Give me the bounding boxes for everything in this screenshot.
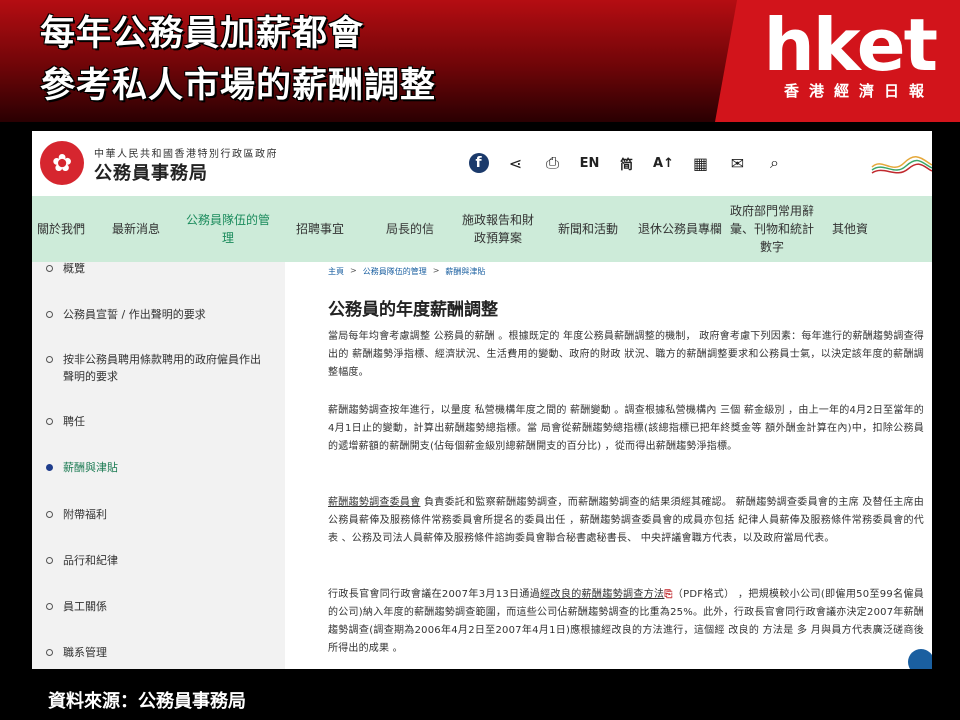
bullet-icon	[46, 511, 53, 518]
website-screenshot: ✿ 中華人民共和國香港特別行政區政府 公務員事務局 f ⋖ ⎙ EN 简 A↑ …	[32, 131, 932, 669]
pdf-format-label: （PDF格式）	[672, 589, 735, 600]
bullet-icon	[46, 311, 53, 318]
page-title: 公務員的年度薪酬調整	[328, 300, 498, 320]
facebook-icon[interactable]: f	[460, 149, 497, 177]
paragraph-improved-methodology: 行政長官會同行政會議在2007年3月13日通過經改良的薪酬趨勢調查方法⎘（PDF…	[328, 589, 925, 654]
bullet-icon	[46, 356, 53, 363]
nav-item-recruitment[interactable]: 招聘事宜	[274, 196, 366, 262]
banner-title-line2: 參考私人市場的薪酬調整	[40, 66, 437, 106]
chat-button[interactable]	[908, 649, 932, 669]
banner-title-line1: 每年公務員加薪都會	[40, 14, 365, 54]
bullet-icon	[46, 464, 53, 471]
nav-item-civil-service-management[interactable]: 公務員隊伍的管理	[182, 196, 274, 262]
sidebar-item-conduct-discipline[interactable]: 品行和紀律	[46, 552, 271, 569]
hksar-emblem-icon: ✿	[40, 141, 84, 185]
sidebar-item-grade-management[interactable]: 職系管理	[46, 644, 271, 661]
language-en-button[interactable]: EN	[571, 149, 608, 177]
sidebar: 概覽 公務員宣誓 / 作出聲明的要求 按非公務員聘用條款聘用的政府僱員作出聲明的…	[32, 262, 285, 669]
mail-icon[interactable]: ✉	[719, 149, 756, 177]
print-icon[interactable]: ⎙	[534, 149, 571, 177]
sidebar-item-staff-relations[interactable]: 員工關係	[46, 598, 271, 615]
nav-item-secretary-letter[interactable]: 局長的信	[366, 196, 454, 262]
paragraph-pay-trend-survey: 薪酬趨勢調查按年進行，以量度 私營機構年度之間的 薪酬變動 。調查根據私營機構內…	[328, 405, 924, 452]
department-name[interactable]: 公務員事務局	[94, 159, 208, 185]
bullet-icon	[46, 557, 53, 564]
improved-methodology-link[interactable]: 經改良的薪酬趨勢調查方法	[540, 589, 664, 600]
header-toolbar: f ⋖ ⎙ EN 简 A↑ ▦ ✉ ⌕	[460, 149, 793, 177]
share-icon[interactable]: ⋖	[497, 149, 534, 177]
nav-item-others[interactable]: 其他資	[818, 196, 932, 262]
breadcrumb: 主頁 > 公務員隊伍的管理 > 薪酬與津貼	[328, 266, 485, 277]
page-body: 概覽 公務員宣誓 / 作出聲明的要求 按非公務員聘用條款聘用的政府僱員作出聲明的…	[32, 262, 932, 669]
nav-item-about[interactable]: 關於我們	[32, 196, 90, 262]
font-size-icon[interactable]: A↑	[645, 149, 682, 177]
nav-item-retired-column[interactable]: 退休公務員專欄	[634, 196, 726, 262]
nav-item-news[interactable]: 最新消息	[90, 196, 182, 262]
banner-title: 每年公務員加薪都會 參考私人市場的薪酬調整	[40, 8, 436, 112]
qr-code-icon[interactable]: ▦	[682, 149, 719, 177]
nav-item-press-events[interactable]: 新聞和活動	[542, 196, 634, 262]
main-navigation: 關於我們 最新消息 公務員隊伍的管理 招聘事宜 局長的信 施政報告和財政預算案 …	[32, 196, 932, 262]
sidebar-item-fringe-benefits[interactable]: 附帶福利	[46, 506, 271, 523]
nav-item-policy-address[interactable]: 施政報告和財政預算案	[454, 196, 542, 262]
survey-committee-link[interactable]: 薪酬趨勢調查委員會	[328, 497, 420, 508]
sidebar-item-oath[interactable]: 公務員宣誓 / 作出聲明的要求	[46, 306, 271, 323]
hket-logo-text: hket	[763, 3, 938, 87]
brand-wave-icon	[871, 156, 932, 174]
paragraph-survey-committee: 薪酬趨勢調查委員會 負責委託和監察薪酬趨勢調查，而薪酬趨勢調查的結果須經其確認。…	[328, 497, 924, 544]
sidebar-item-pay-allowances[interactable]: 薪酬與津貼	[46, 459, 271, 476]
breadcrumb-separator: >	[432, 266, 440, 275]
paragraph-adjustment-factors: 當局每年均會考慮調整 公務員的薪酬 。根據既定的 年度公務員薪酬調整的機制， 政…	[328, 331, 924, 378]
language-simplified-button[interactable]: 简	[608, 149, 645, 177]
breadcrumb-management[interactable]: 公務員隊伍的管理	[363, 266, 427, 277]
main-content: 主頁 > 公務員隊伍的管理 > 薪酬與津貼 公務員的年度薪酬調整 當局每年均會考…	[328, 262, 932, 669]
bullet-icon	[46, 418, 53, 425]
news-banner: 每年公務員加薪都會 參考私人市場的薪酬調整 hket 香港經濟日報	[0, 0, 960, 122]
breadcrumb-separator: >	[350, 266, 357, 275]
nav-item-glossary-publications[interactable]: 政府部門常用辭彙、刊物和統計數字	[726, 196, 818, 262]
hket-logo-subtitle: 香港經濟日報	[783, 82, 934, 100]
bullet-icon	[46, 649, 53, 656]
site-header: ✿ 中華人民共和國香港特別行政區政府 公務員事務局 f ⋖ ⎙ EN 简 A↑ …	[32, 131, 932, 196]
bullet-icon	[46, 603, 53, 610]
search-icon[interactable]: ⌕	[756, 149, 793, 177]
breadcrumb-home[interactable]: 主頁	[328, 266, 344, 277]
sidebar-item-appointment[interactable]: 聘任	[46, 413, 271, 430]
breadcrumb-pay[interactable]: 薪酬與津貼	[445, 266, 485, 277]
source-caption: 資料來源：公務員事務局	[48, 691, 246, 712]
bullet-icon	[46, 265, 53, 272]
hket-logo: hket 香港經濟日報	[715, 0, 960, 122]
pdf-icon: ⎘	[664, 589, 673, 600]
government-name: 中華人民共和國香港特別行政區政府	[94, 149, 278, 160]
sidebar-item-declaration[interactable]: 按非公務員聘用條款聘用的政府僱員作出聲明的要求	[46, 351, 271, 385]
sidebar-item-overview[interactable]: 概覽	[46, 260, 271, 277]
